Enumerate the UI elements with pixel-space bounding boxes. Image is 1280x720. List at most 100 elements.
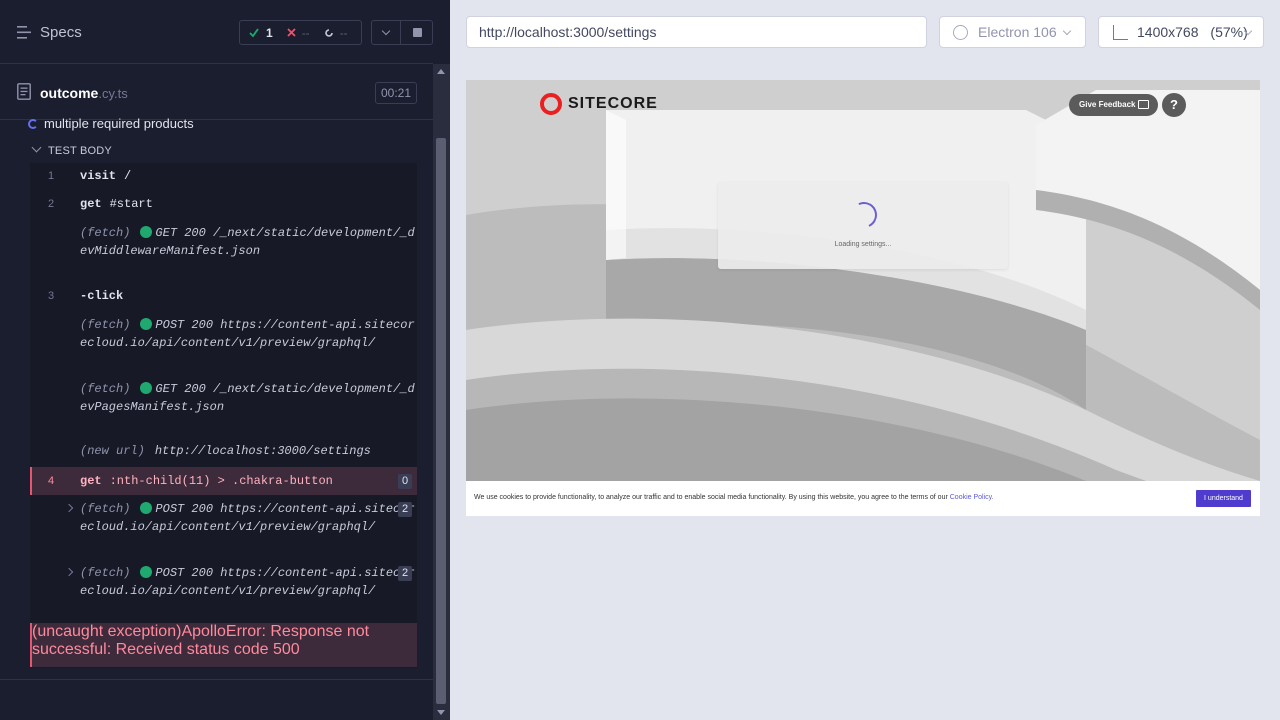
command-detail: http://localhost:3000/settings (154, 444, 371, 458)
status-dot-icon (140, 502, 153, 514)
command-count-badge: 2 (398, 502, 412, 517)
error-entry: (uncaught exception)ApolloError: Respons… (32, 623, 417, 659)
reporter-header: Specs 1 -- -- (0, 0, 433, 64)
command-name: -click (80, 289, 124, 303)
command-detail: GET 200 /_next/static/development/_devPa… (80, 382, 415, 414)
fetch-entry: (fetch) GET 200 /_next/static/development… (80, 380, 415, 416)
chevron-down-icon (381, 26, 391, 36)
status-dot-icon (140, 226, 153, 238)
divider (0, 679, 433, 680)
status-dot-icon (140, 566, 153, 578)
command-row[interactable]: 1 visit / (30, 163, 417, 189)
browser-select[interactable]: Electron 106 (939, 16, 1086, 48)
command-name-text: visit (80, 169, 117, 183)
command-detail: POST 200 https://content-api.sitecoreclo… (80, 566, 415, 598)
command-count-badge: 2 (398, 566, 412, 581)
command-row-failed[interactable]: 4 get :nth-child(11) > .chakra-button 0 (30, 467, 417, 495)
test-body-toggle[interactable]: TEST BODY (31, 142, 112, 157)
command-row[interactable]: (fetch) POST 200 https://content-api.site… (30, 499, 417, 557)
command-log: 1 visit/ 2 get #start (fetch) GET 200 /_ne… (30, 163, 417, 668)
file-icon (17, 83, 31, 100)
uncaught-exception-row[interactable]: (uncaught exception)ApolloError: Respons… (30, 623, 417, 667)
command-message: / (124, 169, 132, 183)
logo-text: SITECORE (568, 95, 658, 112)
test-title-text: multiple required products (44, 116, 194, 131)
command-label: (fetch) (80, 382, 131, 396)
command-name: visit / (80, 169, 131, 183)
fetch-entry: (fetch) POST 200 https://content-api.site… (80, 316, 415, 352)
command-name: get :nth-child(11) > .chakra-button (80, 474, 333, 488)
cookie-message: We use cookies to provide functionality,… (474, 494, 948, 501)
command-label: (new url) (80, 444, 145, 458)
new-url-entry: (new url) http://localhost:3000/settings (80, 442, 415, 460)
command-row[interactable]: (new url) http://localhost:3000/settings (30, 441, 417, 465)
pending-count: -- (339, 25, 348, 40)
toggle-auto-scroll-button[interactable] (371, 20, 401, 45)
x-icon (287, 28, 296, 37)
command-name-text: get (80, 197, 102, 211)
command-detail: POST 200 https://content-api.sitecoreclo… (80, 318, 415, 350)
ruler-icon (1113, 25, 1128, 40)
command-message: #start (109, 197, 153, 211)
stop-icon (413, 28, 422, 37)
command-label: (uncaught exception) (32, 623, 182, 640)
command-label: (fetch) (80, 318, 131, 332)
specs-label[interactable]: Specs (40, 24, 82, 41)
scroll-up-arrow-icon[interactable] (437, 69, 445, 74)
chevron-right-icon[interactable] (64, 503, 74, 513)
sitecore-logo[interactable]: SITECORE (540, 93, 658, 115)
hero-background-image: SITECORE Give Feedback ? Loading setting… (466, 80, 1260, 481)
command-detail: GET 200 /_next/static/development/_devMi… (80, 226, 415, 258)
pending-stat: -- (310, 26, 348, 40)
loading-card: Loading settings... (718, 182, 1008, 269)
spec-file-name[interactable]: outcome.cy.ts (40, 85, 128, 101)
status-dot-icon (140, 318, 153, 330)
command-detail: POST 200 https://content-api.sitecoreclo… (80, 502, 415, 534)
spinner-icon (847, 198, 881, 232)
spec-file-ext: .cy.ts (98, 86, 128, 101)
url-bar[interactable]: http://localhost:3000/settings (466, 16, 927, 48)
test-body-text: TEST BODY (48, 145, 112, 157)
status-dot-icon (140, 382, 153, 394)
command-row[interactable]: (fetch) POST 200 https://content-api.site… (30, 315, 417, 375)
failed-count: -- (301, 25, 310, 40)
chevron-right-icon[interactable] (64, 567, 74, 577)
command-row[interactable]: (fetch) POST 200 https://content-api.site… (30, 563, 417, 621)
command-log-scrollbar[interactable] (433, 64, 450, 720)
scroll-thumb[interactable] (436, 138, 446, 704)
command-number: 1 (48, 170, 55, 182)
spec-duration: 00:21 (375, 82, 417, 104)
loading-text: Loading settings... (834, 241, 892, 248)
viewport-info-button[interactable]: 1400x768 (57%) (1098, 16, 1264, 48)
command-message: :nth-child(11) > .chakra-button (109, 474, 333, 488)
cookie-accept-button[interactable]: I understand (1196, 490, 1251, 507)
fetch-entry: (fetch) POST 200 https://content-api.site… (80, 500, 415, 536)
command-row[interactable]: 3 -click (30, 283, 417, 309)
command-row[interactable]: (fetch) GET 200 /_next/static/development… (30, 223, 417, 281)
browser-label: Electron 106 (978, 24, 1057, 40)
command-row[interactable]: (fetch) GET 200 /_next/static/development… (30, 379, 417, 437)
cookie-banner: We use cookies to provide functionality,… (466, 481, 1260, 516)
stop-button[interactable] (401, 20, 433, 45)
command-number: 3 (48, 290, 55, 302)
app-under-test-panel: http://localhost:3000/settings Electron … (450, 0, 1280, 720)
command-name-text: get (80, 474, 102, 488)
fetch-entry: (fetch) POST 200 https://content-api.site… (80, 564, 415, 600)
cookie-text: We use cookies to provide functionality,… (474, 494, 994, 501)
command-number: 2 (48, 198, 55, 210)
test-title[interactable]: multiple required products (28, 116, 194, 131)
scroll-down-arrow-icon[interactable] (437, 710, 445, 715)
pending-icon (324, 28, 333, 37)
specs-icon[interactable] (17, 26, 31, 39)
command-row[interactable]: 2 get #start (30, 191, 417, 217)
hero-image (466, 80, 1260, 481)
give-feedback-button[interactable]: Give Feedback (1069, 94, 1158, 116)
help-button[interactable]: ? (1162, 93, 1186, 117)
electron-icon (953, 25, 968, 40)
chevron-down-icon (31, 142, 42, 153)
command-label: (fetch) (80, 502, 131, 516)
command-count-badge: 0 (398, 474, 412, 489)
command-number: 4 (48, 475, 55, 487)
viewport-scale: (57%) (1210, 24, 1248, 40)
cookie-policy-link[interactable]: Cookie Policy. (950, 494, 994, 501)
